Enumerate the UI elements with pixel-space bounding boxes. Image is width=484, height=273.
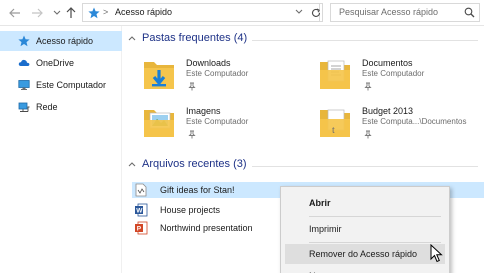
search-icon[interactable] [464, 7, 475, 20]
chevron-up-icon [128, 162, 136, 167]
menu-item-remove-from-quick-access[interactable]: Remover do Acesso rápido [285, 244, 445, 264]
pictures-folder-icon [144, 110, 174, 137]
monitor-icon [18, 80, 30, 90]
folder-tile-documents[interactable]: Documentos Este Computador [318, 56, 478, 100]
search-box[interactable]: Pesquisar Acesso rápido [330, 3, 480, 22]
search-placeholder: Pesquisar Acesso rápido [339, 7, 439, 17]
navigation-pane: Acesso rápido OneDrive Este Computador R… [0, 26, 122, 273]
refresh-button[interactable] [309, 3, 323, 22]
folder-location: Este Computador [186, 69, 249, 78]
frequent-folders-header[interactable]: Pastas frequentes (4) [128, 32, 247, 44]
menu-item-open[interactable]: Abrir [285, 193, 445, 213]
folder-location: Este Computa...\Documentos [362, 117, 467, 126]
arrow-left-icon [9, 8, 20, 18]
address-location[interactable]: Acesso rápido [115, 7, 172, 17]
downloads-folder-icon [144, 62, 174, 89]
pin-icon [364, 130, 372, 139]
folder-name: Documentos [362, 58, 413, 68]
address-dropdown-button[interactable] [295, 7, 303, 17]
folder-tile-pictures[interactable]: Imagens Este Computador [142, 104, 302, 148]
nav-item-quick-access[interactable]: Acesso rápido [0, 31, 122, 51]
menu-item-partial[interactable]: Na [285, 266, 445, 273]
address-toolbar: > Acesso rápido Pesquisar Acesso rápido [0, 0, 484, 26]
chevron-down-icon [53, 10, 61, 15]
context-menu: Abrir Imprimir Remover do Acesso rápido … [280, 186, 450, 273]
recent-files-header[interactable]: Arquivos recentes (3) [128, 158, 247, 170]
folder-icon: t [320, 109, 350, 137]
svg-text:P: P [137, 226, 142, 233]
documents-folder-icon [320, 60, 350, 89]
file-name: Gift ideas for Stan! [160, 185, 235, 195]
up-button[interactable] [64, 6, 78, 20]
folder-tile-downloads[interactable]: Downloads Este Computador [142, 56, 302, 100]
nav-item-label: OneDrive [36, 58, 75, 68]
group-divider [252, 166, 478, 167]
svg-text:W: W [136, 208, 143, 215]
menu-separator [309, 216, 441, 217]
word-document-icon: W [135, 203, 148, 217]
folder-name: Imagens [186, 106, 221, 116]
group-title: Arquivos recentes (3) [142, 158, 247, 170]
svg-text:t: t [332, 125, 335, 136]
folder-name: Budget 2013 [362, 106, 414, 116]
mouse-cursor-icon [430, 244, 443, 263]
pin-icon [188, 82, 196, 91]
refresh-icon [311, 8, 320, 17]
pin-icon [364, 82, 372, 91]
nav-item-onedrive[interactable]: OneDrive [0, 53, 122, 73]
nav-item-label: Rede [36, 102, 58, 112]
folder-location: Este Computador [186, 117, 249, 126]
cloud-icon [18, 59, 30, 66]
address-bar[interactable]: > Acesso rápido [82, 3, 320, 22]
nav-item-network[interactable]: Rede [0, 97, 122, 117]
document-icon [135, 183, 147, 197]
recent-locations-button[interactable] [50, 6, 64, 20]
path-separator: > [103, 7, 109, 17]
chevron-up-icon [128, 36, 136, 41]
powerpoint-document-icon: P [135, 221, 148, 235]
nav-item-label: Acesso rápido [36, 36, 94, 46]
forward-button[interactable] [30, 6, 44, 20]
nav-item-this-pc[interactable]: Este Computador [0, 75, 122, 95]
pin-icon [188, 130, 196, 139]
arrow-up-icon [66, 7, 76, 18]
folder-tile-budget-2013[interactable]: t Budget 2013 Este Computa...\Documentos [318, 104, 478, 148]
file-name: House projects [160, 205, 221, 215]
file-name: Northwind presentation [160, 223, 253, 233]
menu-item-print[interactable]: Imprimir [285, 219, 445, 239]
folder-name: Downloads [186, 58, 231, 68]
nav-item-label: Este Computador [36, 80, 107, 90]
network-icon [18, 102, 30, 112]
star-icon [18, 35, 30, 47]
star-icon [88, 7, 100, 19]
group-title: Pastas frequentes (4) [142, 32, 248, 44]
group-divider [252, 40, 478, 41]
folder-location: Este Computador [362, 69, 425, 78]
arrow-right-icon [32, 8, 43, 18]
menu-separator [309, 242, 441, 243]
chevron-down-icon [295, 9, 303, 14]
back-button[interactable] [8, 6, 22, 20]
